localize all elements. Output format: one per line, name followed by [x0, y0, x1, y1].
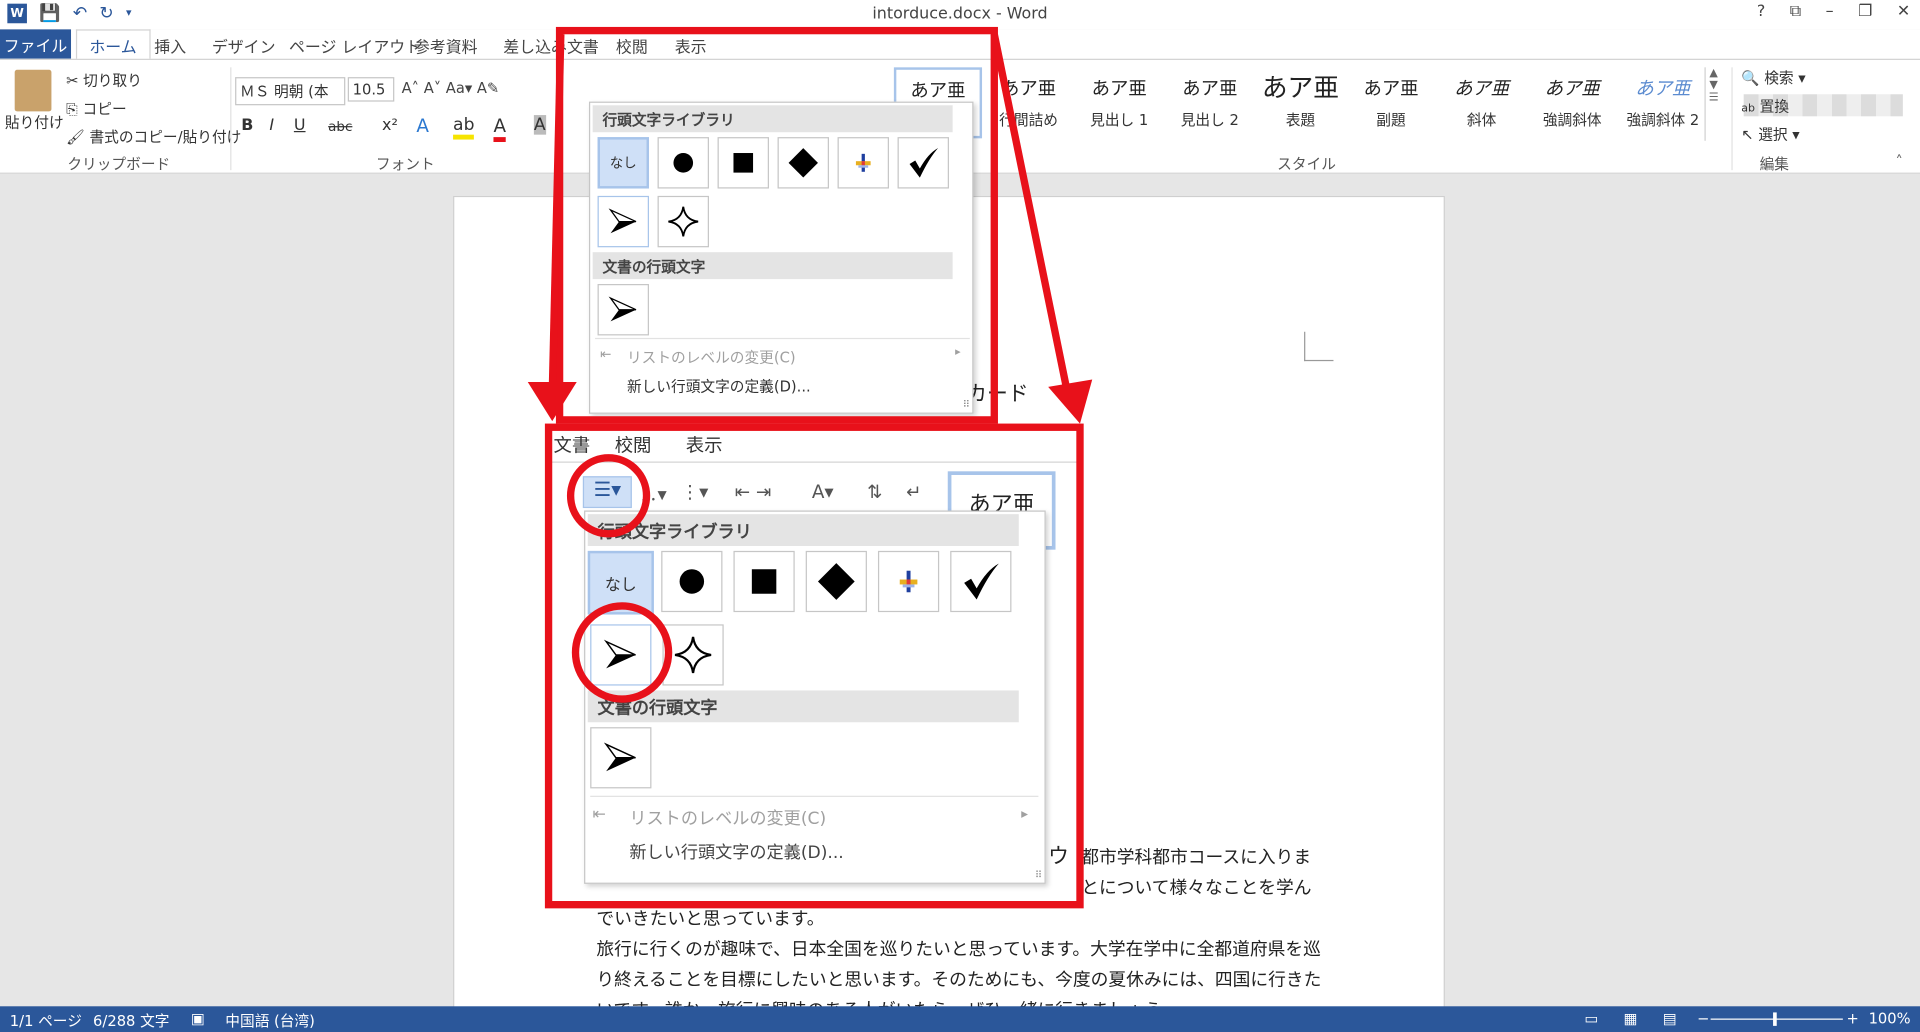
- annotation-arrows: [527, 33, 1093, 424]
- page-count[interactable]: 1/1 ページ: [10, 1010, 82, 1031]
- language-indicator[interactable]: 中国語 (台湾): [225, 1010, 315, 1031]
- print-layout-icon[interactable]: ▦: [1624, 1010, 1638, 1027]
- screenshot-stage: W 💾 ↶ ↻ ▾ intorduce.docx - Word ? ⧉ – ❐ …: [0, 0, 1920, 1032]
- zoom-out-icon[interactable]: −: [1697, 1010, 1709, 1027]
- zoom-in-icon[interactable]: +: [1847, 1010, 1859, 1027]
- web-layout-icon[interactable]: ▤: [1663, 1010, 1677, 1027]
- status-bar: 1/1 ページ 6/288 文字 ▣ 中国語 (台湾) ▭ ▦ ▤ − + 10…: [0, 1006, 1920, 1032]
- read-mode-icon[interactable]: ▭: [1584, 1010, 1598, 1027]
- right-arrow-head: [1048, 379, 1093, 424]
- right-arrow-line: [990, 33, 1072, 395]
- proofing-icon[interactable]: ▣: [191, 1010, 205, 1027]
- zoom-slider-thumb[interactable]: [1773, 1012, 1777, 1026]
- left-arrow-line: [548, 34, 565, 395]
- word-count[interactable]: 6/288 文字: [93, 1010, 169, 1031]
- left-arrow-head: [527, 381, 577, 422]
- zoom-level[interactable]: 100%: [1869, 1010, 1911, 1027]
